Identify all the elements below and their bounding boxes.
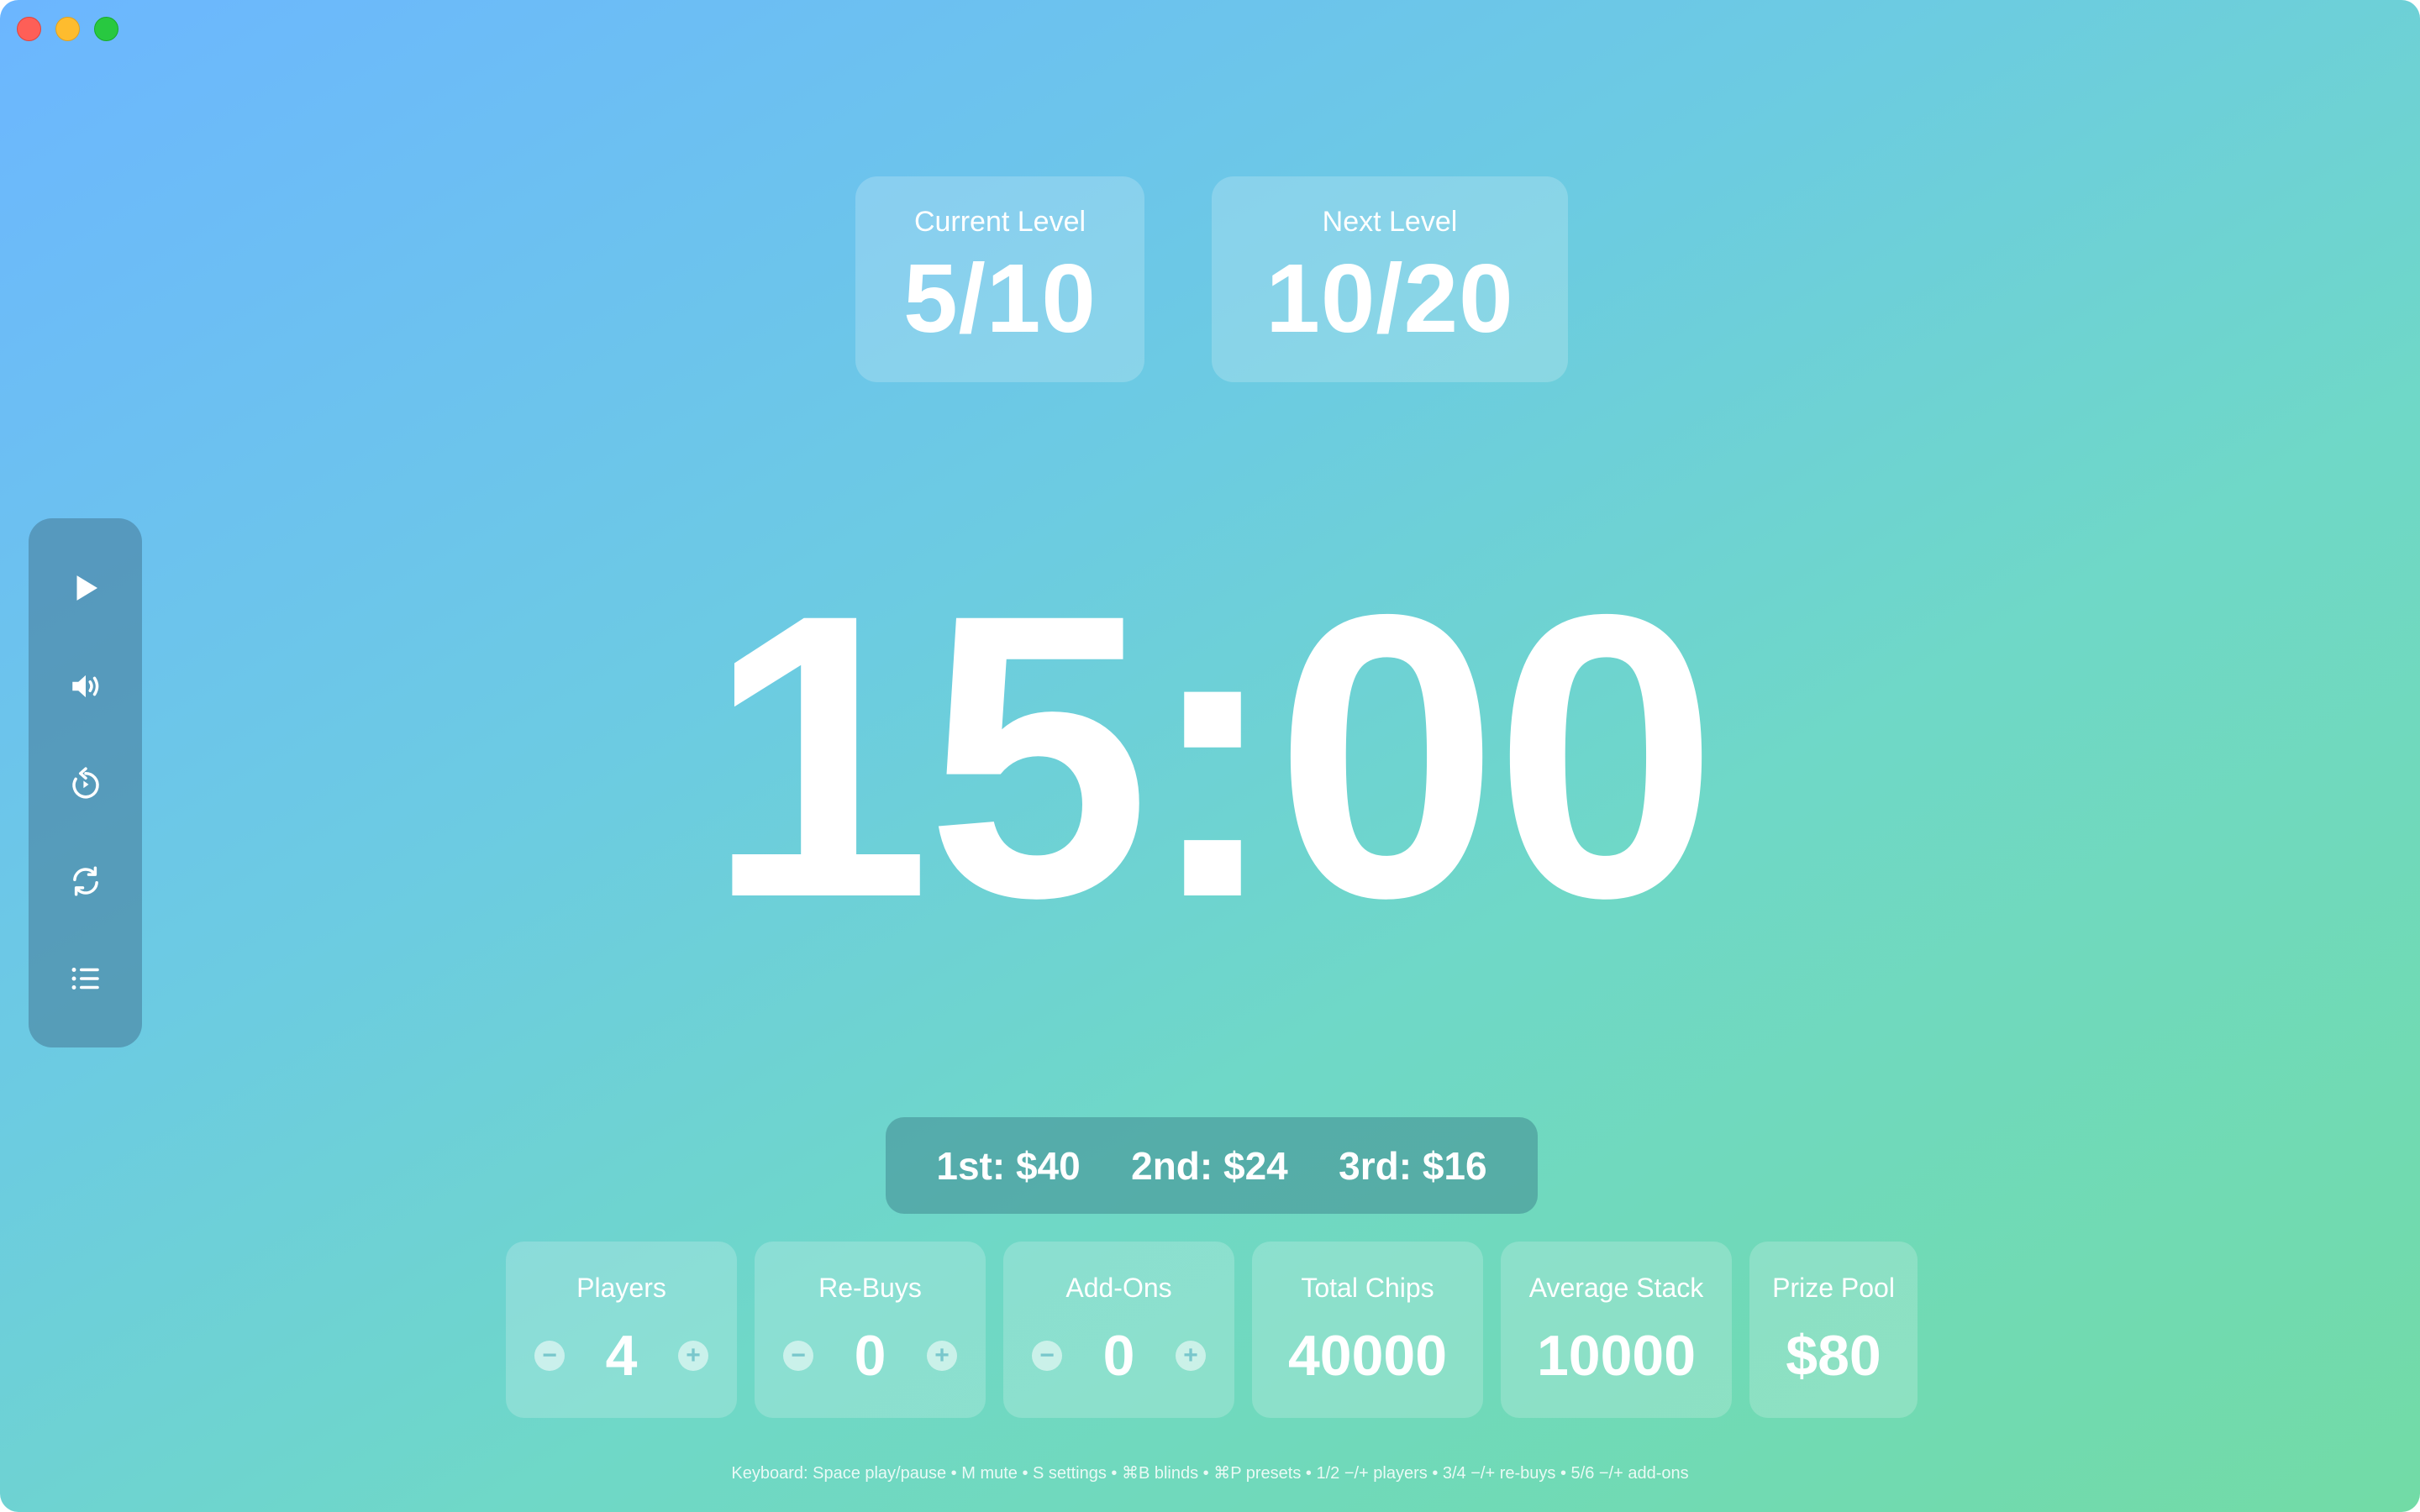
prize-pool-label: Prize Pool <box>1772 1273 1895 1303</box>
play-button[interactable] <box>56 559 115 617</box>
players-label: Players <box>576 1273 666 1303</box>
prize-pool-value: $80 <box>1786 1324 1881 1388</box>
average-stack-value: 10000 <box>1536 1324 1697 1388</box>
blinds-list-button[interactable] <box>56 949 115 1008</box>
payout-third: 3rd: $16 <box>1339 1143 1487 1188</box>
average-stack-label: Average Stack <box>1528 1273 1704 1303</box>
refresh-icon <box>73 866 98 896</box>
next-level-label: Next Level <box>1322 206 1458 238</box>
next-level-card: Next Level 10/20 <box>1212 176 1568 382</box>
addons-label: Add-Ons <box>1065 1273 1172 1303</box>
total-chips-label: Total Chips <box>1301 1273 1434 1303</box>
prize-pool-card: Prize Pool $80 <box>1749 1242 1918 1418</box>
mute-button[interactable] <box>56 657 115 716</box>
average-stack-card: Average Stack 10000 <box>1501 1242 1732 1418</box>
addons-increment-button[interactable]: + <box>1176 1341 1206 1371</box>
payout-second: 2nd: $24 <box>1131 1143 1288 1188</box>
next-level-value: 10/20 <box>1265 244 1514 353</box>
play-icon <box>76 575 97 601</box>
control-sidebar <box>29 518 142 1047</box>
app-window: Current Level 5/10 Next Level 10/20 15:0… <box>0 0 2420 1512</box>
close-window-button[interactable] <box>17 17 41 41</box>
total-chips-card: Total Chips 40000 <box>1252 1242 1483 1418</box>
current-level-value: 5/10 <box>903 244 1097 353</box>
reset-icon <box>72 767 99 799</box>
total-chips-value: 40000 <box>1287 1324 1448 1388</box>
speaker-icon <box>72 675 99 698</box>
current-level-card: Current Level 5/10 <box>855 176 1144 382</box>
payout-bar: 1st: $40 2nd: $24 3rd: $16 <box>886 1117 1538 1214</box>
players-card: Players − 4 + <box>506 1242 737 1418</box>
list-icon <box>71 968 99 990</box>
addons-card: Add-Ons − 0 + <box>1003 1242 1234 1418</box>
rebuys-label: Re-Buys <box>818 1273 922 1303</box>
refresh-button[interactable] <box>56 852 115 911</box>
payout-first: 1st: $40 <box>936 1143 1081 1188</box>
rebuys-card: Re-Buys − 0 + <box>755 1242 986 1418</box>
reset-timer-button[interactable] <box>56 754 115 813</box>
countdown-timer: 15:00 <box>707 530 1718 981</box>
keyboard-shortcuts-hint: Keyboard: Space play/pause • M mute • S … <box>731 1464 1689 1483</box>
zoom-window-button[interactable] <box>94 17 118 41</box>
rebuys-increment-button[interactable]: + <box>927 1341 957 1371</box>
players-increment-button[interactable]: + <box>678 1341 708 1371</box>
minimize-window-button[interactable] <box>55 17 80 41</box>
current-level-label: Current Level <box>913 206 1086 238</box>
